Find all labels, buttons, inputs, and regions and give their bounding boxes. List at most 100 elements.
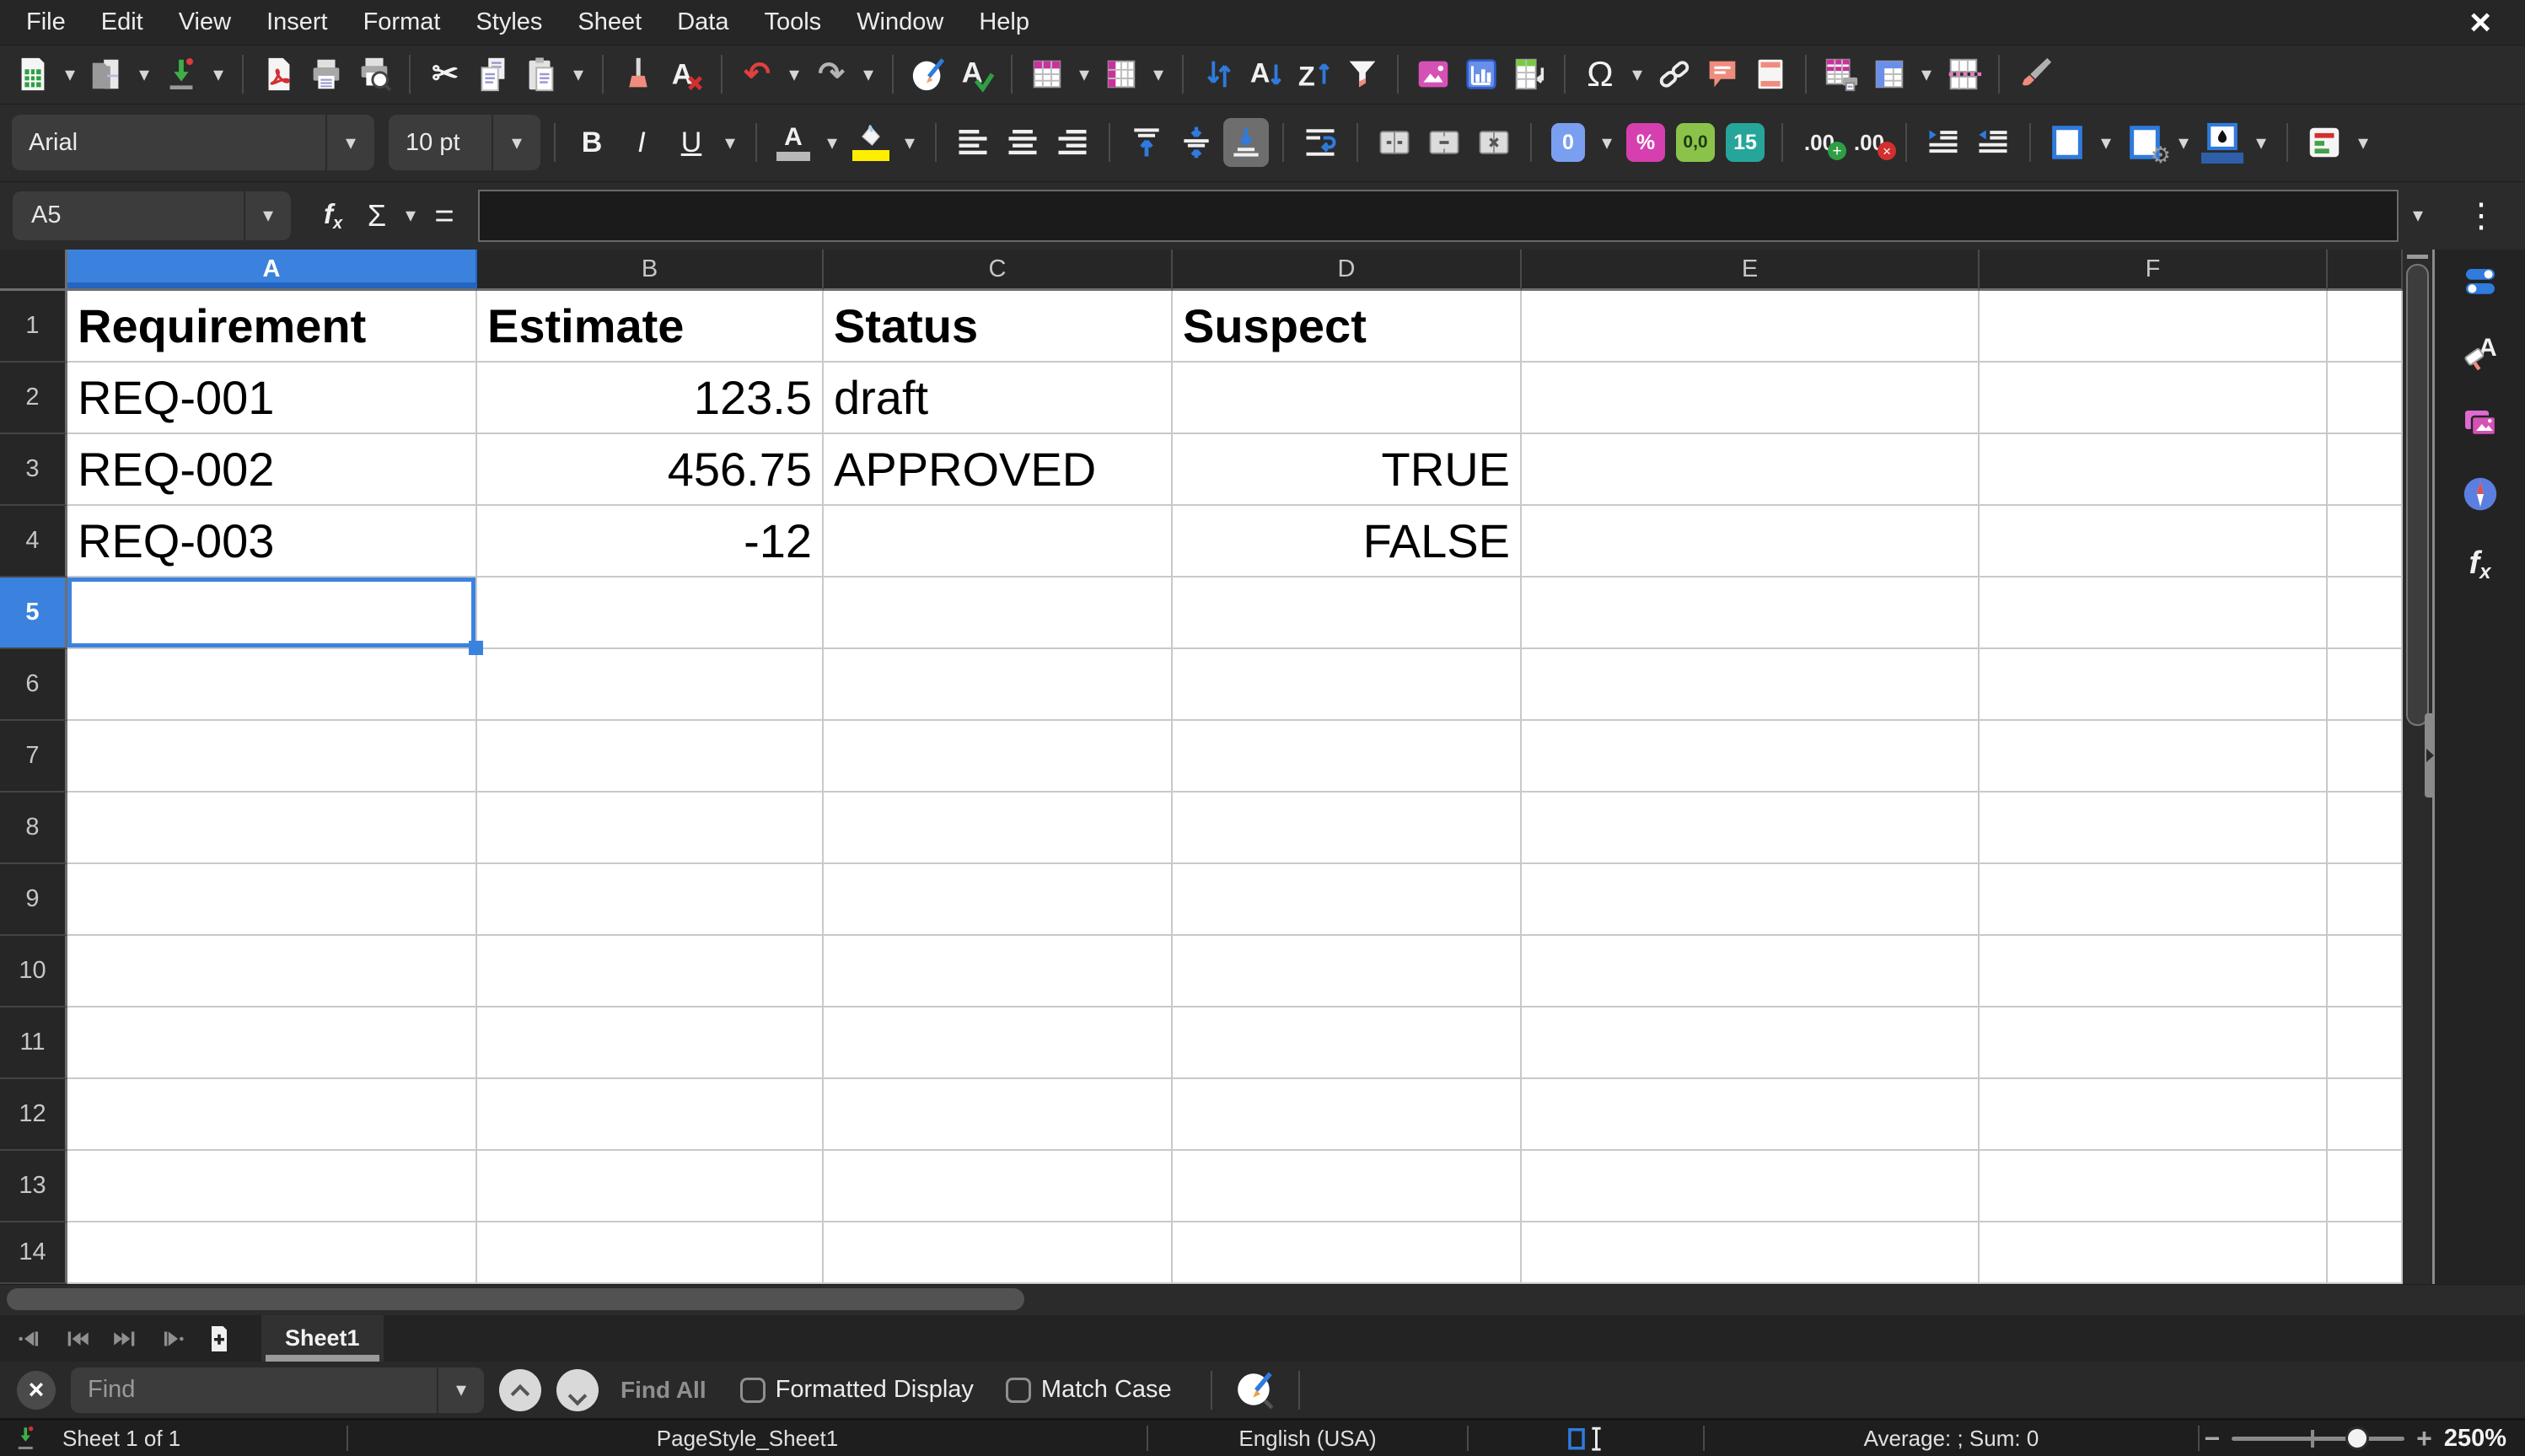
cell-B3[interactable]: 456.75: [477, 434, 824, 506]
cell-D6[interactable]: [1173, 649, 1522, 721]
function-wizard-button[interactable]: fx: [311, 194, 355, 238]
cell-B12[interactable]: [477, 1079, 824, 1151]
find-all-button[interactable]: Find All: [621, 1377, 706, 1404]
insert-row-dropdown[interactable]: ▾: [1072, 62, 1096, 87]
unmerge-cells-button[interactable]: [1471, 118, 1517, 167]
cell-E11[interactable]: [1522, 1007, 1980, 1079]
row-header-6[interactable]: 6: [0, 649, 67, 721]
cell-F12[interactable]: [1980, 1079, 2328, 1151]
center-vertically-button[interactable]: [1174, 118, 1219, 167]
cell-partial10[interactable]: [2328, 936, 2403, 1007]
first-sheet-button[interactable]: [13, 1322, 47, 1356]
add-sheet-button[interactable]: [202, 1322, 236, 1356]
cell-partial2[interactable]: [2328, 363, 2403, 434]
cell-C2[interactable]: draft: [824, 363, 1173, 434]
cell-D7[interactable]: [1173, 721, 1522, 792]
cell-B1[interactable]: Estimate: [477, 291, 824, 363]
cell-E10[interactable]: [1522, 936, 1980, 1007]
sidebar-settings-icon[interactable]: ⋮: [2437, 196, 2525, 235]
export-pdf-button[interactable]: [255, 50, 301, 99]
cell-F7[interactable]: [1980, 721, 2328, 792]
sidebar-properties-icon[interactable]: [2460, 261, 2501, 302]
cell-B11[interactable]: [477, 1007, 824, 1079]
align-right-button[interactable]: [1050, 118, 1095, 167]
row-header-13[interactable]: 13: [0, 1151, 67, 1222]
language-status[interactable]: English (USA): [1148, 1426, 1467, 1452]
row-header-1[interactable]: 1: [0, 291, 67, 363]
sort-ascending-button[interactable]: A: [1244, 50, 1289, 99]
split-window-button[interactable]: [1941, 50, 1986, 99]
sort-descending-button[interactable]: Z: [1292, 50, 1337, 99]
draw-functions-button[interactable]: [2012, 50, 2057, 99]
zoom-level[interactable]: 250%: [2444, 1425, 2506, 1453]
cell-F13[interactable]: [1980, 1151, 2328, 1222]
insert-row-button[interactable]: [1024, 50, 1070, 99]
save-dropdown[interactable]: ▾: [207, 62, 230, 87]
insert-column-button[interactable]: [1099, 50, 1144, 99]
expand-formula-bar-dropdown[interactable]: ▾: [2406, 203, 2430, 228]
formatted-display-checkbox[interactable]: [740, 1378, 766, 1403]
cell-B5[interactable]: [477, 578, 824, 649]
zoom-in-button[interactable]: +: [2416, 1425, 2432, 1452]
delete-decimal-button[interactable]: .00×: [1846, 118, 1892, 167]
cell-A8[interactable]: [67, 792, 477, 864]
menu-insert[interactable]: Insert: [249, 5, 346, 40]
page-style[interactable]: PageStyle_Sheet1: [348, 1426, 1147, 1452]
cell-C14[interactable]: [824, 1222, 1173, 1284]
new-document-dropdown[interactable]: ▾: [58, 62, 82, 87]
autofilter-button[interactable]: [1340, 50, 1385, 99]
cell-A11[interactable]: [67, 1007, 477, 1079]
highlight-color-dropdown[interactable]: ▾: [898, 131, 921, 155]
align-bottom-button[interactable]: [1223, 118, 1269, 167]
cell-D14[interactable]: [1173, 1222, 1522, 1284]
sidebar-navigator-icon[interactable]: [2460, 474, 2501, 514]
cell-A6[interactable]: [67, 649, 477, 721]
row-header-9[interactable]: 9: [0, 864, 67, 936]
cell-C9[interactable]: [824, 864, 1173, 936]
freeze-panes-button[interactable]: [1867, 50, 1912, 99]
row-header-14[interactable]: 14: [0, 1222, 67, 1284]
cell-D1[interactable]: Suspect: [1173, 291, 1522, 363]
cell-A10[interactable]: [67, 936, 477, 1007]
cell-D8[interactable]: [1173, 792, 1522, 864]
bold-button[interactable]: B: [569, 118, 615, 167]
menu-file[interactable]: File: [8, 5, 83, 40]
underline-button[interactable]: U: [669, 118, 714, 167]
paste-button[interactable]: [518, 50, 564, 99]
cell-F14[interactable]: [1980, 1222, 2328, 1284]
underline-dropdown[interactable]: ▾: [718, 131, 742, 155]
clone-formatting-button[interactable]: [615, 50, 661, 99]
insert-chart-button[interactable]: [1459, 50, 1504, 99]
border-style-button[interactable]: ⚙: [2122, 118, 2168, 167]
cell-A1[interactable]: Requirement: [67, 291, 477, 363]
cell-C1[interactable]: Status: [824, 291, 1173, 363]
open-button[interactable]: [84, 50, 130, 99]
cell-A12[interactable]: [67, 1079, 477, 1151]
cell-D10[interactable]: [1173, 936, 1522, 1007]
format-number-button[interactable]: 0,0: [1673, 118, 1718, 167]
cell-D3[interactable]: TRUE: [1173, 434, 1522, 506]
next-sheet-button[interactable]: [108, 1322, 142, 1356]
cell-B6[interactable]: [477, 649, 824, 721]
cell-partial4[interactable]: [2328, 506, 2403, 578]
cell-partial11[interactable]: [2328, 1007, 2403, 1079]
cell-C7[interactable]: [824, 721, 1173, 792]
cell-C13[interactable]: [824, 1151, 1173, 1222]
find-input[interactable]: [71, 1376, 437, 1404]
cell-A4[interactable]: REQ-003: [67, 506, 477, 578]
vertical-scrollbar-thumb[interactable]: [2406, 264, 2429, 726]
align-center-button[interactable]: [1000, 118, 1045, 167]
row-header-5[interactable]: 5: [0, 578, 67, 649]
cell-B13[interactable]: [477, 1151, 824, 1222]
insert-column-dropdown[interactable]: ▾: [1147, 62, 1170, 87]
name-box[interactable]: A5 ▾: [13, 191, 291, 240]
sidebar-functions-icon[interactable]: fx: [2460, 545, 2501, 585]
cell-E8[interactable]: [1522, 792, 1980, 864]
cell-A13[interactable]: [67, 1151, 477, 1222]
headers-footers-button[interactable]: [1748, 50, 1793, 99]
cell-E12[interactable]: [1522, 1079, 1980, 1151]
select-sum-dropdown[interactable]: ▾: [399, 203, 422, 228]
cell-B4[interactable]: -12: [477, 506, 824, 578]
sidebar-splitter[interactable]: [2425, 713, 2435, 798]
column-header-D[interactable]: D: [1173, 250, 1522, 291]
